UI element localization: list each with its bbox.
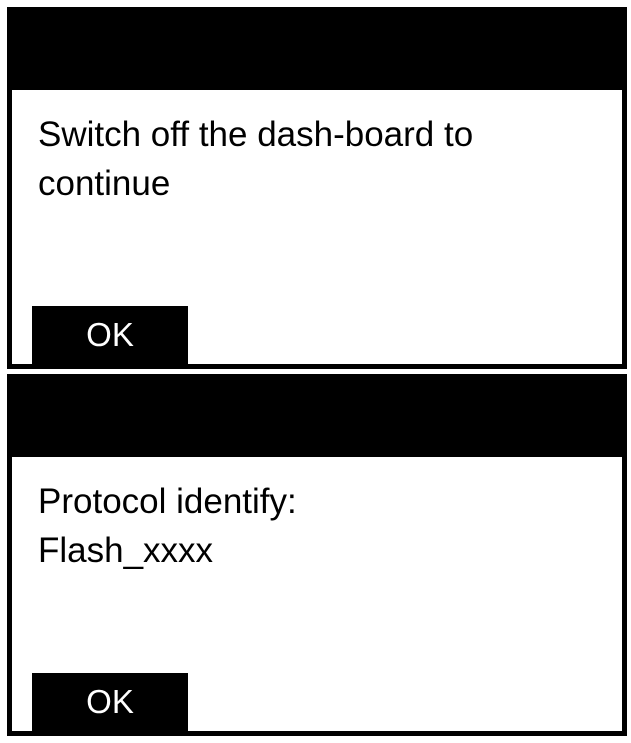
message-line: Switch off the dash-board to bbox=[38, 115, 474, 154]
dialog-title-bar bbox=[12, 379, 622, 457]
message-line: continue bbox=[38, 164, 171, 203]
dialog-switch-off: Switch off the dash-board to continue OK bbox=[7, 7, 627, 369]
dialog-protocol-identify: Protocol identify: Flash_xxxx OK bbox=[7, 374, 627, 736]
ok-button[interactable]: OK bbox=[32, 306, 188, 364]
message-line: Protocol identify: bbox=[38, 482, 297, 521]
dialog-message: Switch off the dash-board to continue bbox=[38, 110, 602, 208]
ok-button[interactable]: OK bbox=[32, 673, 188, 731]
dialog-message: Protocol identify: Flash_xxxx bbox=[38, 477, 602, 575]
dialog-title-bar bbox=[12, 12, 622, 90]
message-line: Flash_xxxx bbox=[38, 531, 214, 570]
